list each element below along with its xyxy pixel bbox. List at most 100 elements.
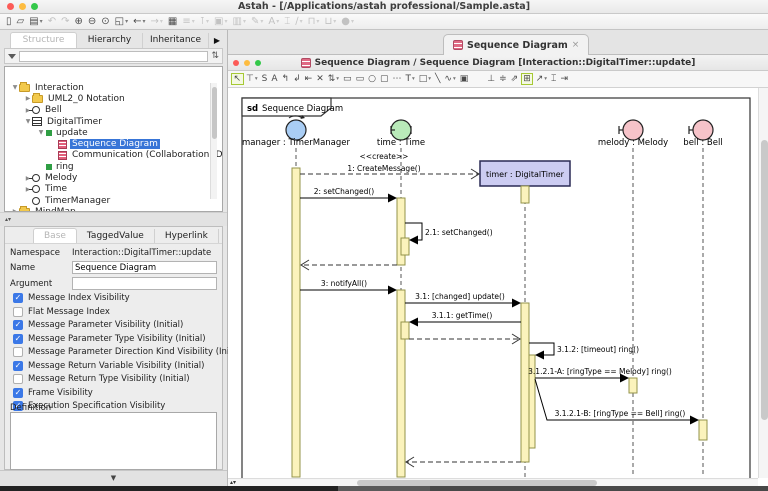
group-icon[interactable]: ▣▾ — [212, 15, 229, 29]
open-icon[interactable]: ▱ — [15, 15, 27, 29]
message-3-1-2-1-a[interactable]: 3.1.2.1-A: [ringType == Melody] ring() — [528, 367, 672, 383]
return-3-1[interactable] — [406, 457, 521, 467]
curve-tool-icon[interactable]: ∿▾ — [443, 74, 457, 84]
tree-vertical-scrollbar[interactable] — [210, 83, 217, 199]
found-message-tool-icon[interactable]: ⇤ — [303, 74, 314, 84]
new-file-icon[interactable]: ▯ — [4, 15, 14, 29]
fit-view-icon[interactable]: ◱▾ — [113, 15, 130, 29]
name-field[interactable] — [72, 261, 217, 274]
message-create[interactable]: <<create>> 1: CreateMessage() — [300, 152, 479, 179]
tree-item-melody[interactable]: ▶Melody — [5, 172, 222, 183]
ellipse-tool-icon[interactable]: ○ — [367, 74, 378, 84]
sphere-icon[interactable]: ●▾ — [339, 15, 356, 29]
diagram-canvas[interactable]: sd Sequence Diagram manager : TimerManag… — [228, 88, 768, 486]
canvas-scroll-buttons[interactable]: ▴▾ — [230, 479, 236, 486]
expander-icon[interactable]: ▼ — [24, 118, 32, 125]
color-icon[interactable]: ▥▾ — [230, 15, 247, 29]
tab-hyperlink[interactable]: Hyperlink — [155, 229, 219, 243]
rounded-rectangle-tool-icon[interactable]: ▭ — [354, 74, 366, 84]
separator-tool-icon[interactable]: ⋯ — [391, 74, 403, 84]
tree-filter-input[interactable] — [19, 51, 208, 62]
reply-message-tool-icon[interactable]: ↲ — [292, 74, 303, 84]
connector-icon[interactable]: ↗▾ — [534, 74, 548, 84]
tree-item-update[interactable]: ▼update — [5, 127, 222, 138]
snap-icon[interactable]: ⊔▾ — [322, 15, 338, 29]
add-corner-icon[interactable]: ⊞ — [521, 73, 534, 85]
tab-hierarchy[interactable]: Hierarchy — [77, 33, 143, 48]
tree-item-interaction[interactable]: ▼Interaction — [5, 82, 222, 93]
checkbox[interactable]: ✓ — [13, 388, 23, 398]
stamp-icon[interactable]: ⌶ — [282, 15, 292, 29]
return-3-1-1[interactable] — [409, 334, 520, 344]
canvas-vertical-scrollbar[interactable] — [758, 88, 768, 478]
message-3-1-2[interactable]: 3.1.2: [timeout] ring() — [529, 343, 639, 360]
lifeline-timer[interactable]: timer : DigitalTimer — [480, 161, 570, 186]
tree-item-digitaltimer[interactable]: ▼DigitalTimer — [5, 116, 222, 127]
sync-message-tool-icon[interactable]: S — [260, 74, 269, 84]
lifeline-tool-icon[interactable]: ⊤▾ — [245, 74, 260, 84]
tree-item-uml2-0-notation[interactable]: ▶UML2_0 Notation — [5, 93, 222, 104]
zoom-reset-icon[interactable]: ⊙ — [99, 15, 111, 29]
checkbox[interactable]: ✓ — [13, 293, 23, 303]
rectangle-tool-icon[interactable]: ▭ — [342, 74, 354, 84]
checkbox[interactable] — [13, 307, 23, 317]
tree-item-bell[interactable]: ▶Bell — [5, 105, 222, 116]
bracket-icon[interactable]: ⌶ — [550, 74, 558, 84]
save-icon[interactable]: ▤▾ — [27, 15, 44, 29]
note-tool-icon[interactable]: ▢ — [378, 74, 390, 84]
create-message-tool-icon[interactable]: ↰ — [280, 74, 291, 84]
line-tool-icon[interactable]: ╲ — [434, 74, 442, 84]
lifeline-bell[interactable]: bell : Bell — [683, 120, 722, 148]
combined-fragment-tool-icon[interactable]: ⇅▾ — [326, 74, 340, 84]
undo-icon[interactable]: ↶ — [46, 15, 58, 29]
message-3-1-2-1-b[interactable]: 3.1.2.1-B: [ringType == Bell] ring() — [535, 379, 699, 425]
message-2-1[interactable]: 2.1: setChanged() — [405, 223, 493, 245]
checkbox[interactable] — [13, 347, 23, 357]
tab-taggedvalue[interactable]: TaggedValue — [77, 229, 155, 243]
text-tool-icon[interactable]: T▾ — [404, 74, 416, 84]
checkbox[interactable]: ✓ — [13, 320, 23, 330]
tab-inheritance[interactable]: Inheritance — [143, 33, 209, 48]
checkbox[interactable] — [13, 374, 23, 384]
distribute-icon[interactable]: ≑ — [498, 74, 509, 84]
tab-sequence-diagram[interactable]: Sequence Diagram × — [443, 34, 589, 55]
select-tool-icon[interactable]: ↖ — [231, 73, 244, 85]
tree-item-timermanager[interactable]: TimerManager — [5, 195, 222, 206]
message-3[interactable]: 3: notifyAll() — [300, 279, 397, 295]
checkbox[interactable]: ✓ — [13, 334, 23, 344]
tree-item-sequence-diagram[interactable]: Sequence Diagram — [5, 138, 222, 149]
definition-field[interactable] — [10, 412, 217, 470]
message-3-1-1[interactable]: 3.1.1: getTime() — [409, 311, 521, 327]
pen-icon[interactable]: ✎▾ — [249, 15, 265, 29]
return-2[interactable] — [301, 260, 397, 270]
back-icon[interactable]: ←▾ — [131, 15, 147, 29]
close-tab-icon[interactable]: × — [572, 40, 580, 50]
forward-icon[interactable]: →▾ — [149, 15, 165, 29]
message-2[interactable]: 2: setChanged() — [300, 187, 397, 203]
message-3-1[interactable]: 3.1: [changed] update() — [405, 292, 521, 308]
stop-tool-icon[interactable]: ✕ — [315, 74, 326, 84]
frame-tool-icon[interactable]: □▾ — [417, 74, 432, 84]
collapse-property-bar[interactable]: ▼ — [0, 470, 227, 486]
expander-icon[interactable]: ▼ — [11, 84, 19, 91]
align-vertical-icon[interactable]: ⊥ — [486, 74, 497, 84]
zoom-in-icon[interactable]: ⊕ — [72, 15, 84, 29]
tab-base[interactable]: Base — [33, 228, 77, 243]
line-style-icon[interactable]: ∕▾ — [293, 15, 304, 29]
diagram-frame[interactable] — [242, 98, 750, 478]
sort-icon[interactable]: ⇅ — [211, 51, 219, 61]
redo-icon[interactable]: ↷ — [59, 15, 71, 29]
tab-structure[interactable]: Structure — [10, 32, 77, 48]
jump-icon[interactable]: ⇗ — [509, 74, 520, 84]
canvas-horizontal-scrollbar[interactable] — [228, 478, 758, 486]
lifeline-manager[interactable]: manager : TimerManager — [242, 115, 351, 148]
async-message-tool-icon[interactable]: A — [270, 74, 279, 84]
list-icon[interactable]: ≡▾ — [180, 15, 196, 29]
align-icon[interactable]: ⊺▾ — [198, 15, 211, 29]
expander-icon[interactable]: ▼ — [37, 129, 45, 136]
lifeline-melody[interactable]: melody : Melody — [598, 120, 668, 148]
argument-field[interactable] — [72, 277, 217, 290]
tab-overflow-button[interactable]: ▶ — [209, 36, 225, 48]
lifeline-time[interactable]: time : Time — [377, 120, 425, 148]
zoom-out-icon[interactable]: ⊖ — [86, 15, 98, 29]
